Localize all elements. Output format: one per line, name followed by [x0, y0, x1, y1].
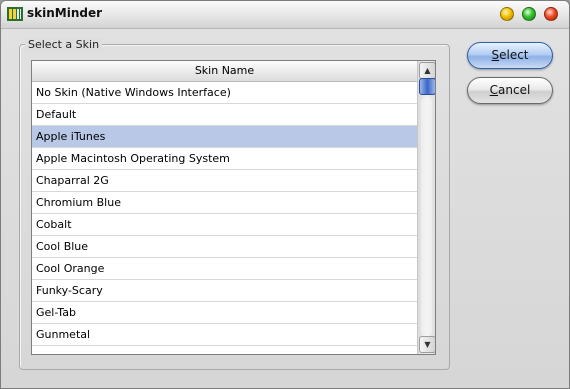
- scroll-track[interactable]: [421, 97, 432, 337]
- skinminder-app-icon: [7, 7, 23, 21]
- skin-list-item[interactable]: Gunmetal: [32, 324, 417, 346]
- cancel-button[interactable]: Cancel: [467, 77, 553, 104]
- column-header-skin-name[interactable]: Skin Name: [32, 61, 417, 82]
- title-bar[interactable]: skinMinder: [1, 1, 569, 29]
- skin-list-item[interactable]: [32, 346, 417, 354]
- scroll-thumb[interactable]: [419, 78, 435, 95]
- arrow-up-icon[interactable]: ▲: [419, 62, 435, 79]
- arrow-down-icon[interactable]: ▼: [419, 336, 435, 353]
- close-orb-icon[interactable]: [544, 7, 558, 21]
- window-title: skinMinder: [27, 6, 103, 20]
- group-label: Select a Skin: [25, 38, 103, 51]
- skin-list-item[interactable]: No Skin (Native Windows Interface): [32, 82, 417, 104]
- skin-list: Skin Name No Skin (Native Windows Interf…: [31, 60, 436, 355]
- select-mnemonic: S: [491, 48, 500, 62]
- skinminder-window: skinMinder Select a Skin Skin Name No Sk…: [0, 0, 570, 389]
- skin-list-rows: No Skin (Native Windows Interface) Defaul…: [32, 82, 417, 354]
- maximize-orb-icon[interactable]: [522, 7, 536, 21]
- skin-list-item[interactable]: Chaparral 2G: [32, 170, 417, 192]
- skin-list-item[interactable]: Gel-Tab: [32, 302, 417, 324]
- skin-list-item[interactable]: Cobalt: [32, 214, 417, 236]
- select-button[interactable]: Select: [467, 42, 553, 69]
- minimize-orb-icon[interactable]: [500, 7, 514, 21]
- skin-list-item[interactable]: Apple iTunes: [32, 126, 417, 148]
- skin-list-item[interactable]: Default: [32, 104, 417, 126]
- cancel-button-rest: ancel: [498, 83, 531, 97]
- skin-list-item[interactable]: Chromium Blue: [32, 192, 417, 214]
- vertical-scrollbar[interactable]: ▲ ▼: [417, 61, 435, 354]
- skin-list-item[interactable]: Funky-Scary: [32, 280, 417, 302]
- skin-list-item[interactable]: Apple Macintosh Operating System: [32, 148, 417, 170]
- cancel-mnemonic: C: [489, 83, 499, 97]
- select-button-rest: elect: [499, 48, 529, 62]
- skin-list-item[interactable]: Cool Blue: [32, 236, 417, 258]
- skin-list-item[interactable]: Cool Orange: [32, 258, 417, 280]
